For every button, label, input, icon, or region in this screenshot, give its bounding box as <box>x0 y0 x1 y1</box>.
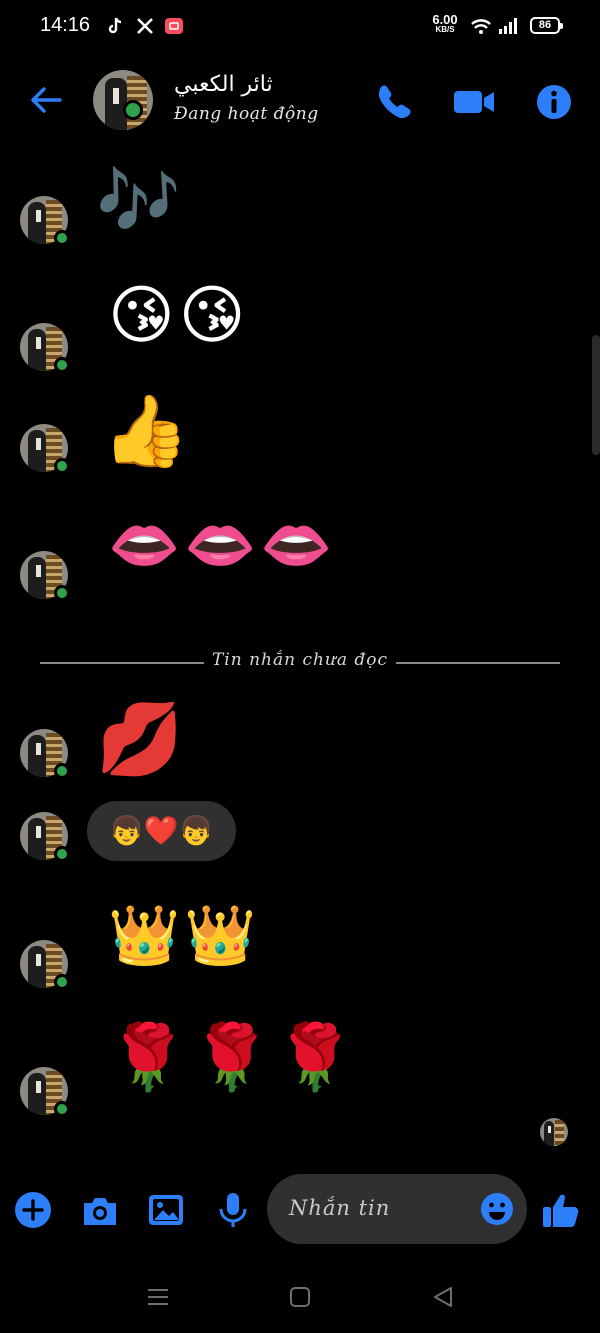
microphone-icon <box>219 1193 247 1227</box>
online-indicator <box>123 100 143 120</box>
message-emoji[interactable]: 🌹🌹🌹 <box>108 1026 359 1090</box>
emoji-button[interactable] <box>479 1191 515 1227</box>
net-speed: 6.00 KB/S <box>428 13 462 34</box>
voice-call-button[interactable] <box>372 80 416 124</box>
message-composer: Nhắn tin <box>0 1170 600 1250</box>
square-icon <box>290 1287 310 1307</box>
sender-avatar[interactable] <box>20 323 70 373</box>
x-icon <box>135 16 155 36</box>
video-camera-icon <box>454 91 494 113</box>
message-emoji[interactable]: 👍 <box>102 396 193 466</box>
online-indicator <box>54 846 70 862</box>
sender-avatar[interactable] <box>20 812 70 862</box>
message-emoji[interactable]: 🎶 <box>96 168 185 236</box>
tiktok-icon <box>106 16 126 36</box>
plus-icon <box>15 1192 51 1228</box>
conversation-header: ثائر الكعبي Đang hoạt động <box>0 60 600 144</box>
voice-record-button[interactable] <box>213 1190 253 1230</box>
wifi-icon <box>470 16 492 40</box>
online-indicator <box>54 585 70 601</box>
phone-icon <box>378 85 411 119</box>
online-indicator <box>54 763 70 779</box>
info-icon <box>537 85 571 119</box>
message-emoji[interactable]: 👄👄👄 <box>108 516 337 574</box>
camera-icon <box>84 1198 116 1225</box>
recent-apps-button[interactable] <box>145 1284 171 1310</box>
menu-icon <box>148 1289 168 1305</box>
avatar-photo <box>93 70 153 130</box>
message-emoji[interactable]: 💋 <box>96 704 187 774</box>
net-speed-unit: KB/S <box>435 25 455 34</box>
triangle-back-icon <box>434 1287 452 1307</box>
home-button[interactable] <box>287 1284 313 1310</box>
sender-avatar[interactable] <box>20 1067 70 1117</box>
message-emoji[interactable]: 👑👑 <box>108 906 260 964</box>
unread-divider: Tin nhắn chưa đọc <box>40 650 560 676</box>
image-icon <box>149 1195 183 1225</box>
contact-status: Đang hoạt động <box>174 104 319 124</box>
camera-button[interactable] <box>80 1190 120 1230</box>
unread-divider-label: Tin nhắn chưa đọc <box>211 650 389 670</box>
sender-avatar[interactable] <box>20 196 70 246</box>
message-input-placeholder: Nhắn tin <box>289 1196 391 1220</box>
message-bubble[interactable]: 👦❤️👦 <box>87 801 236 861</box>
contact-avatar[interactable] <box>93 70 153 130</box>
online-indicator <box>54 357 70 373</box>
signal-icon <box>498 16 518 40</box>
info-button[interactable] <box>532 80 576 124</box>
message-emoji[interactable]: 😘😘 <box>108 284 249 348</box>
back-button[interactable] <box>24 78 68 122</box>
sender-avatar[interactable] <box>20 729 70 779</box>
avatar-photo <box>540 1118 568 1146</box>
scrollbar[interactable] <box>592 335 600 455</box>
status-time: 14:16 <box>40 14 91 36</box>
online-indicator <box>54 974 70 990</box>
system-back-button[interactable] <box>430 1284 456 1310</box>
add-button[interactable] <box>13 1190 53 1230</box>
message-input[interactable]: Nhắn tin <box>267 1174 527 1244</box>
like-button[interactable] <box>541 1190 581 1230</box>
video-call-button[interactable] <box>452 80 496 124</box>
sender-avatar[interactable] <box>20 424 70 474</box>
battery-indicator: 86 <box>530 17 563 34</box>
contact-name[interactable]: ثائر الكعبي <box>174 72 273 97</box>
smiley-icon <box>481 1193 513 1225</box>
online-indicator <box>54 230 70 246</box>
online-indicator <box>54 1101 70 1117</box>
seen-receipt-avatar <box>540 1118 568 1146</box>
video-recorder-icon <box>164 16 184 36</box>
status-bar: 14:16 6.00 KB/S 86 <box>0 0 600 54</box>
thumbs-up-icon <box>543 1194 579 1227</box>
sender-avatar[interactable] <box>20 940 70 990</box>
sender-avatar[interactable] <box>20 551 70 601</box>
gallery-button[interactable] <box>146 1190 186 1230</box>
system-navigation-bar <box>0 1270 600 1324</box>
online-indicator <box>54 458 70 474</box>
